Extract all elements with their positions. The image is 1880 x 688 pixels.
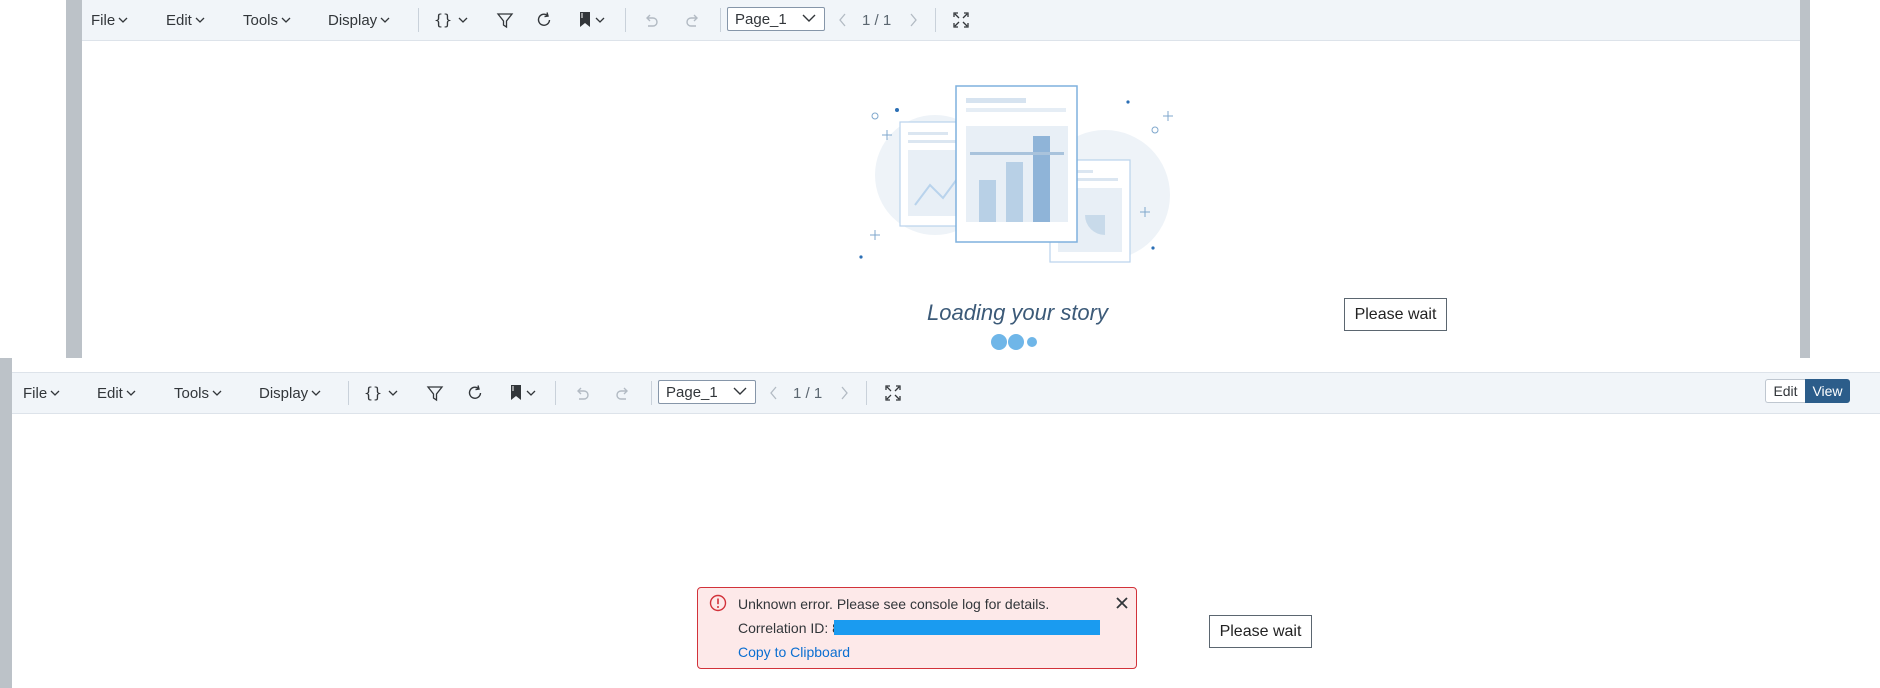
page-select[interactable]: Page_1	[727, 7, 825, 31]
view-mode-button[interactable]: View	[1805, 379, 1850, 403]
menu-file[interactable]: File	[23, 373, 60, 413]
loading-dot	[1008, 334, 1024, 350]
menu-display[interactable]: Display	[259, 373, 321, 413]
page-select[interactable]: Page_1	[658, 380, 756, 404]
undo-button[interactable]	[642, 10, 660, 30]
page-select-value: Page_1	[666, 383, 718, 401]
chevron-down-icon	[802, 14, 816, 22]
chevron-down-icon	[195, 17, 205, 23]
menu-tools[interactable]: Tools	[243, 0, 291, 40]
top-toolbar: File Edit Tools Display {} Page_1 1 / 1	[82, 0, 1800, 41]
loading-dot	[1027, 337, 1037, 347]
toolbar-separator	[348, 381, 349, 405]
toolbar-separator	[866, 381, 867, 405]
menu-tools-label: Tools	[174, 384, 210, 402]
svg-text:{}: {}	[434, 11, 452, 29]
menu-display-label: Display	[259, 384, 309, 402]
chevron-right-icon	[910, 13, 917, 27]
edit-mode-button[interactable]: Edit	[1765, 379, 1805, 403]
braces-icon: {}	[364, 384, 398, 402]
bookmark-icon	[580, 12, 605, 27]
page-count: 1 / 1	[862, 11, 892, 29]
correlation-id-value-redacted	[834, 620, 1100, 635]
chevron-right-icon	[841, 386, 848, 400]
loading-dot	[991, 334, 1007, 350]
menu-edit-label: Edit	[166, 11, 192, 29]
page-count: 1 / 1	[793, 384, 823, 402]
undo-button[interactable]	[573, 383, 591, 403]
prev-page-button[interactable]	[838, 10, 848, 30]
toolbar-separator	[418, 8, 419, 32]
menu-tools[interactable]: Tools	[174, 373, 222, 413]
formula-button[interactable]: {}	[364, 383, 402, 403]
bookmark-icon	[511, 385, 536, 400]
please-wait-indicator: Please wait	[1209, 615, 1312, 648]
menu-file-label: File	[91, 11, 116, 29]
refresh-button[interactable]	[535, 10, 553, 30]
please-wait-indicator: Please wait	[1344, 298, 1447, 331]
refresh-icon	[537, 12, 551, 26]
chevron-left-icon	[839, 13, 846, 27]
chevron-down-icon	[50, 390, 60, 396]
error-message-strip: Unknown error. Please see console log fo…	[697, 587, 1137, 669]
menu-display[interactable]: Display	[328, 0, 390, 40]
redo-icon	[616, 387, 628, 400]
toolbar-separator	[625, 8, 626, 32]
copy-to-clipboard-link[interactable]: Copy to Clipboard	[738, 644, 850, 660]
error-icon	[709, 594, 727, 612]
chevron-down-icon	[733, 387, 747, 395]
bookmark-button[interactable]	[578, 10, 608, 30]
chevron-down-icon	[380, 17, 390, 23]
left-edge-bar	[0, 358, 12, 688]
menu-edit-label: Edit	[97, 384, 123, 402]
filter-button[interactable]	[426, 383, 444, 403]
undo-icon	[577, 387, 589, 400]
bookmark-button[interactable]	[509, 383, 539, 403]
chevron-down-icon	[281, 17, 291, 23]
menu-display-label: Display	[328, 11, 378, 29]
loading-title: Loading your story	[927, 300, 1108, 325]
toolbar-separator	[555, 381, 556, 405]
toolbar-separator	[935, 8, 936, 32]
refresh-button[interactable]	[466, 383, 484, 403]
fullscreen-button[interactable]	[952, 10, 970, 30]
redo-button[interactable]	[684, 10, 702, 30]
svg-text:{}: {}	[364, 384, 382, 402]
left-frame-bar	[66, 0, 82, 358]
chevron-down-icon	[212, 390, 222, 396]
menu-edit[interactable]: Edit	[97, 373, 136, 413]
filter-button[interactable]	[496, 10, 514, 30]
fullscreen-button[interactable]	[884, 383, 902, 403]
redo-button[interactable]	[614, 383, 632, 403]
next-page-button[interactable]	[908, 10, 918, 30]
next-page-button[interactable]	[839, 383, 849, 403]
filter-icon	[496, 13, 514, 29]
menu-file[interactable]: File	[91, 0, 128, 40]
chevron-down-icon	[311, 390, 321, 396]
menu-file-label: File	[23, 384, 48, 402]
error-message-text: Unknown error. Please see console log fo…	[738, 596, 1050, 612]
filter-icon	[426, 386, 444, 402]
page-select-value: Page_1	[735, 10, 787, 28]
chevron-left-icon	[770, 386, 777, 400]
undo-icon	[646, 14, 658, 27]
chevron-down-icon	[118, 17, 128, 23]
toolbar-separator	[651, 381, 652, 405]
prev-page-button[interactable]	[769, 383, 779, 403]
chevron-down-icon	[126, 390, 136, 396]
refresh-icon	[468, 385, 482, 399]
braces-icon: {}	[434, 11, 468, 29]
correlation-id-label: Correlation ID: 8	[738, 620, 840, 636]
fullscreen-icon	[885, 385, 901, 401]
bottom-toolbar: File Edit Tools Display {} Page_1 1 / 1	[12, 372, 1880, 414]
fullscreen-icon	[953, 12, 969, 28]
formula-button[interactable]: {}	[434, 10, 472, 30]
toolbar-separator	[720, 8, 721, 32]
right-frame-bar	[1800, 0, 1810, 358]
close-icon[interactable]	[1114, 595, 1130, 611]
loading-illustration	[859, 85, 1173, 263]
menu-edit[interactable]: Edit	[166, 0, 205, 40]
redo-icon	[686, 14, 698, 27]
menu-tools-label: Tools	[243, 11, 279, 29]
